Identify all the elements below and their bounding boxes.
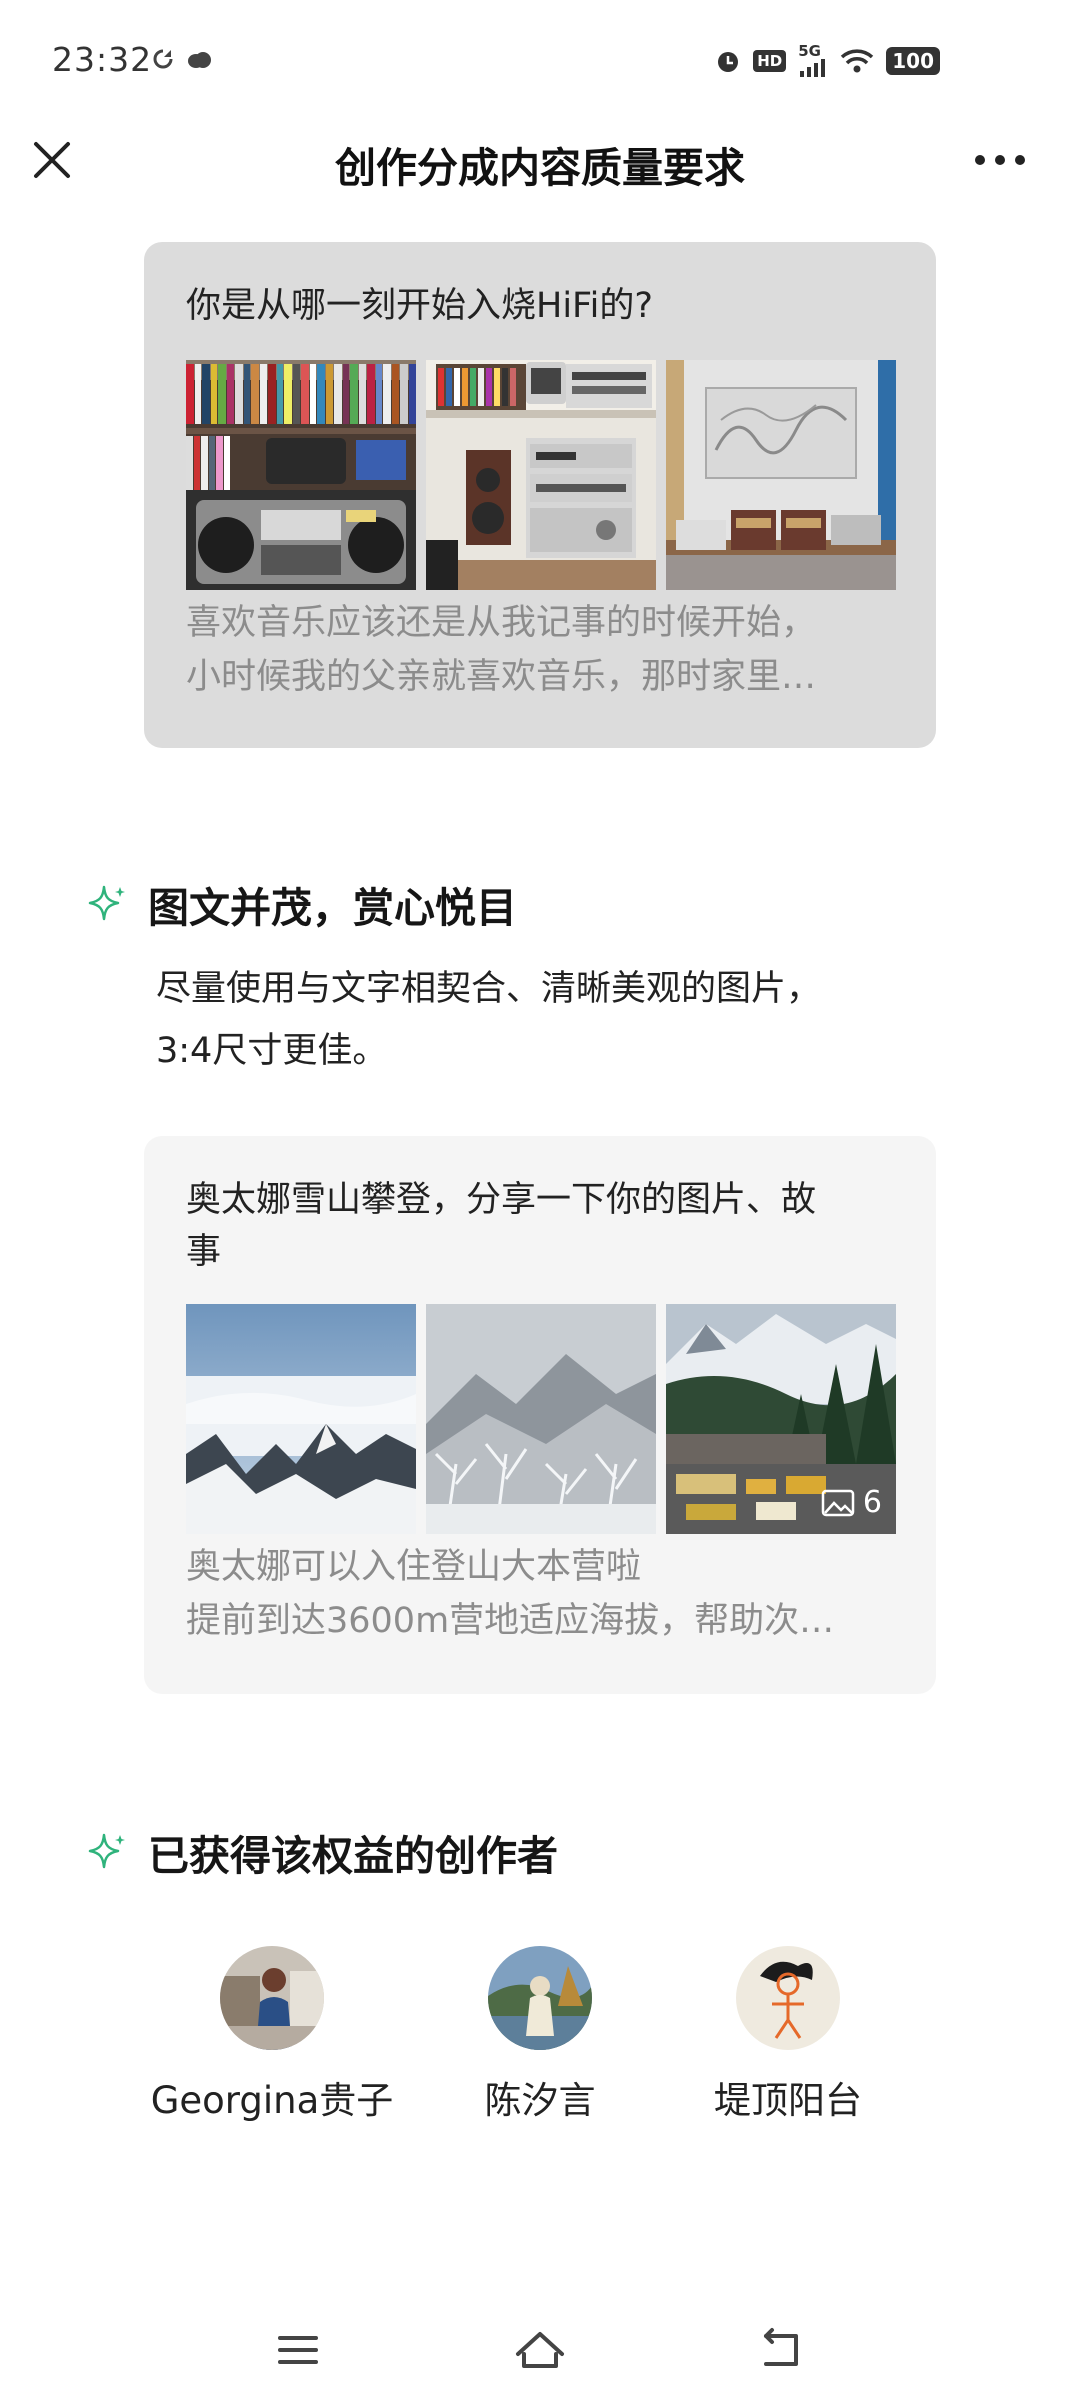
section-title: 已获得该权益的创作者 — [148, 1832, 558, 1880]
back-icon[interactable] — [752, 2324, 812, 2376]
thumbnail-image: 6 — [666, 1304, 896, 1534]
signal-icon — [800, 59, 826, 77]
home-icon[interactable] — [510, 2324, 570, 2376]
excerpt-line: 小时候我的父亲就喜欢音乐，那时家里… — [186, 657, 817, 697]
network-type: 5G — [798, 42, 821, 60]
thumbnail-image — [186, 1304, 416, 1534]
thumbnail-image — [426, 1304, 656, 1534]
title-line: 奥太娜雪山攀登，分享一下你的图片、故 — [186, 1180, 817, 1220]
cloud-icon — [188, 52, 211, 68]
signal-indicator: 5G — [798, 44, 828, 77]
sync-icon — [153, 49, 173, 69]
title-line: 事 — [186, 1232, 222, 1272]
card-title: 奥太娜雪山攀登，分享一下你的图片、故 事 — [186, 1174, 894, 1278]
card-excerpt: 喜欢音乐应该还是从我记事的时候开始， 小时候我的父亲就喜欢音乐，那时家里… — [186, 596, 894, 704]
example-card-snow-mountain[interactable]: 奥太娜雪山攀登，分享一下你的图片、故 事 6 奥太娜可以入住登山大本营啦 提前到… — [144, 1136, 936, 1694]
image-icon — [821, 1489, 855, 1516]
avatar[interactable] — [736, 1946, 840, 2050]
excerpt-line: 提前到达3600m营地适应海拔，帮助次… — [186, 1601, 835, 1641]
thumbnail-row — [186, 360, 896, 590]
section-header-images: 图文并茂，赏心悦目 — [86, 874, 517, 934]
image-count-badge: 6 — [821, 1485, 882, 1520]
section-title: 图文并茂，赏心悦目 — [148, 884, 517, 932]
system-nav-bar — [0, 2300, 1080, 2408]
creator-name: 陈汐言 — [484, 2079, 596, 2122]
card-excerpt: 奥太娜可以入住登山大本营啦 提前到达3600m营地适应海拔，帮助次… — [186, 1540, 894, 1648]
creator-item[interactable]: Georgina贵子 — [132, 1946, 412, 2124]
excerpt-line: 喜欢音乐应该还是从我记事的时候开始， — [186, 603, 817, 643]
example-card-hifi[interactable]: 你是从哪一刻开始入烧HiFi的? 喜欢音乐应该还是从我记事的时候开始， 小时候我… — [144, 242, 936, 748]
more-icon[interactable] — [972, 150, 1028, 170]
thumbnail-row: 6 — [186, 1304, 896, 1534]
sparkle-icon — [88, 1833, 125, 1869]
header: 创作分成内容质量要求 — [0, 120, 1080, 210]
hd-badge: HD — [753, 49, 787, 72]
creator-name: 堤顶阳台 — [714, 2079, 862, 2122]
section-header-creators: 已获得该权益的创作者 — [86, 1822, 558, 1882]
wifi-icon — [841, 48, 874, 72]
thumbnail-image — [186, 360, 416, 590]
menu-icon[interactable] — [268, 2324, 328, 2376]
page-title: 创作分成内容质量要求 — [335, 144, 745, 192]
avatar[interactable] — [488, 1946, 592, 2050]
excerpt-line: 奥太娜可以入住登山大本营啦 — [186, 1547, 642, 1587]
sparkle-icon — [88, 885, 125, 921]
description-line: 3:4尺寸更佳。 — [156, 1031, 388, 1071]
creator-name: Georgina贵子 — [150, 2079, 394, 2122]
status-bar: 23:32 HD 5G 100 — [0, 0, 1080, 120]
battery-indicator: 100 — [886, 46, 940, 75]
status-time: 23:32 — [52, 40, 153, 79]
creator-item[interactable]: 堤顶阳台 — [648, 1946, 928, 2124]
card-title: 你是从哪一刻开始入烧HiFi的? — [186, 286, 653, 326]
status-right-icons: HD 5G 100 — [715, 44, 940, 77]
thumbnail-image — [426, 360, 656, 590]
image-count: 6 — [862, 1485, 882, 1520]
status-left-icons — [152, 48, 212, 70]
section-description: 尽量使用与文字相契合、清晰美观的图片， 3:4尺寸更佳。 — [156, 958, 916, 1082]
creator-item[interactable]: 陈汐言 — [400, 1946, 680, 2124]
description-line: 尽量使用与文字相契合、清晰美观的图片， — [156, 969, 822, 1009]
alarm-icon — [718, 51, 739, 72]
avatar[interactable] — [220, 1946, 324, 2050]
thumbnail-image — [666, 360, 896, 590]
